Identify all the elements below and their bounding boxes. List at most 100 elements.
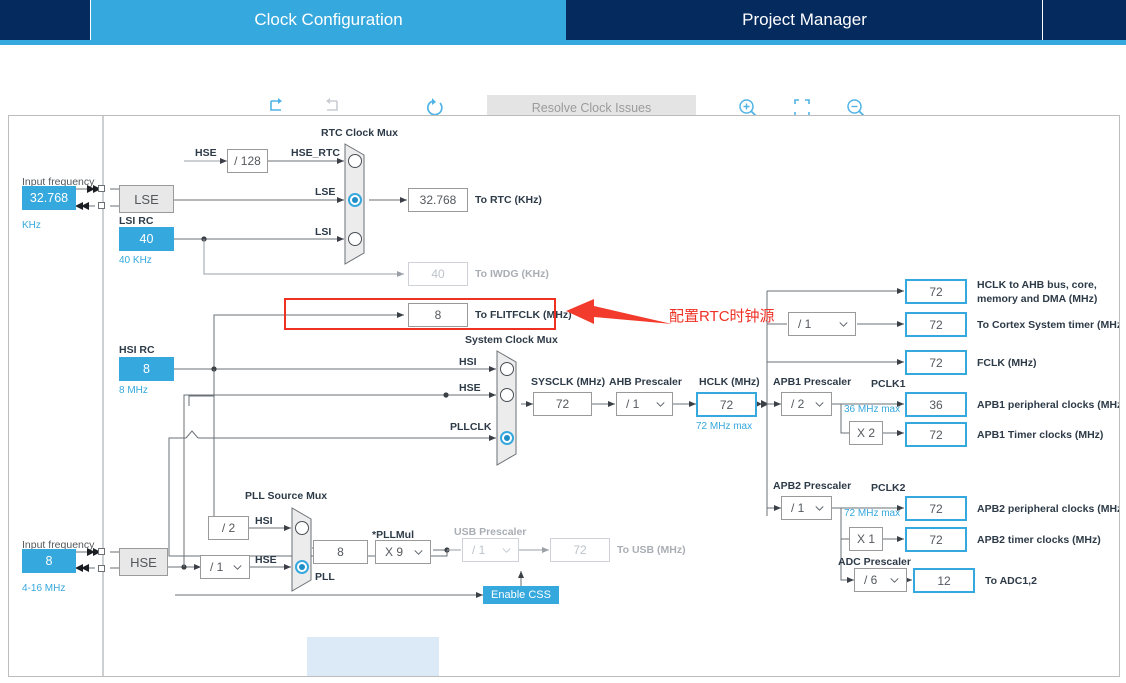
adc-prescaler-value: / 6	[864, 573, 878, 587]
hclk-title: HCLK (MHz)	[699, 376, 760, 388]
sysclk-value: 72	[555, 397, 570, 411]
hclk-max-note: 72 MHz max	[696, 421, 753, 432]
rtc-mux-radio-hse-rtc[interactable]	[348, 154, 362, 168]
annotation-text: 配置RTC时钟源	[669, 308, 775, 325]
apb2-timer-value: 72	[929, 532, 943, 547]
chevron-down-icon	[656, 402, 665, 407]
apb2-peripheral-value-field: 72	[905, 496, 967, 521]
apb1-timer-value: 72	[929, 427, 943, 442]
system-clock-mux-title: System Clock Mux	[465, 334, 558, 346]
apb2-peripheral-value: 72	[929, 501, 943, 516]
adc-value-field: 12	[913, 568, 975, 593]
resolve-clock-issues-label: Resolve Clock Issues	[531, 101, 652, 115]
chevron-down-icon	[414, 550, 423, 555]
hse-input-frequency-value: 8	[45, 554, 53, 568]
pll-mux-radio-hsi[interactable]	[295, 521, 309, 535]
chevron-down-icon	[815, 402, 824, 407]
hse-input-frequency-field[interactable]: 8	[22, 549, 76, 573]
hsi-rc-value-field[interactable]: 8	[119, 357, 174, 381]
fclk-value-field: 72	[905, 350, 967, 375]
apb2-multiplier-box: X 1	[849, 527, 883, 551]
lsi-rc-unit: 40 KHz	[119, 255, 152, 266]
annotation-arrow-icon	[566, 299, 672, 324]
cortex-prescaler-dropdown[interactable]: / 1	[788, 312, 856, 336]
hclk-value-field[interactable]: 72	[696, 392, 757, 417]
rtc-mux-radio-lsi[interactable]	[348, 232, 362, 246]
lse-input-frequency-field[interactable]: 32.768	[22, 186, 76, 210]
sysclk-title: SYSCLK (MHz)	[531, 376, 606, 388]
apb1-max-note: 36 MHz max	[844, 404, 901, 415]
apb1-peripheral-value-field: 36	[905, 392, 967, 417]
tab-project-manager-label: Project Manager	[742, 10, 867, 29]
hse-oscillator-block: HSE	[119, 548, 168, 576]
hse-pin-out	[98, 565, 105, 572]
ahb-prescaler-title: AHB Prescaler	[609, 376, 682, 388]
enable-css-button[interactable]: Enable CSS	[483, 586, 559, 604]
hse-div128-source-label: HSE	[195, 147, 217, 159]
pll-mux-radio-hse[interactable]	[295, 560, 309, 574]
rtc-clock-mux-title: RTC Clock Mux	[321, 127, 399, 139]
to-rtc-value-field[interactable]: 32.768	[408, 188, 468, 212]
sys-mux-radio-hse[interactable]	[500, 388, 514, 402]
adc-prescaler-dropdown[interactable]: / 6	[854, 568, 907, 592]
pll-hsi-div2-value: / 2	[221, 521, 236, 535]
apb2-max-note: 72 MHz max	[844, 508, 901, 519]
rtc-mux-radio-lse[interactable]	[348, 193, 362, 207]
to-usb-value: 72	[573, 543, 587, 557]
apb2-pclk2-label: PCLK2	[871, 482, 906, 494]
apb1-prescaler-title: APB1 Prescaler	[773, 376, 852, 388]
apb1-pclk1-label: PCLK1	[871, 378, 906, 390]
pll-panel-label: PLL	[315, 571, 335, 583]
rtc-highlight-box	[284, 298, 556, 330]
hclk-ahb-bus-value-field: 72	[905, 279, 967, 304]
apb2-prescaler-value: / 1	[791, 501, 805, 515]
chevron-down-icon	[502, 548, 511, 553]
clock-tree-diagram: Input frequency 32.768 KHz LSE LSI RC 40…	[8, 115, 1120, 677]
chevron-down-icon	[233, 565, 242, 570]
adc-label: To ADC1,2	[985, 575, 1037, 587]
cortex-timer-value-field: 72	[905, 312, 967, 337]
tab-bar: Clock Configuration Project Manager	[0, 0, 1126, 40]
hsi-rc-unit: 8 MHz	[119, 385, 148, 396]
fclk-value: 72	[929, 355, 943, 370]
to-iwdg-value: 40	[431, 267, 445, 281]
toolbar: Resolve Clock Issues	[0, 45, 1126, 121]
lse-oscillator-label: LSE	[134, 191, 159, 207]
lse-input-frequency-value: 32.768	[29, 191, 69, 205]
chevron-down-icon	[815, 506, 824, 511]
pll-hse-prescaler-dropdown[interactable]: / 1	[200, 555, 250, 579]
tab-separator-right	[1042, 0, 1043, 40]
lse-pin-out	[98, 202, 105, 209]
fclk-label: FCLK (MHz)	[977, 357, 1037, 369]
tab-clock-configuration-label: Clock Configuration	[254, 10, 403, 29]
apb1-peripheral-label: APB1 peripheral clocks (MHz)	[977, 399, 1120, 411]
apb1-prescaler-dropdown[interactable]: / 2	[781, 392, 832, 416]
pll-hse-prescaler-value: / 1	[210, 560, 224, 574]
pllmul-dropdown[interactable]: X 9	[375, 540, 431, 564]
rtc-mux-input-lsi-label: LSI	[315, 226, 332, 238]
apb1-timer-value-field: 72	[905, 422, 967, 447]
lsi-rc-value-field[interactable]: 40	[119, 227, 174, 251]
sys-mux-input-hse-label: HSE	[459, 382, 481, 394]
to-rtc-label: To RTC (KHz)	[475, 194, 542, 206]
hclk-value: 72	[719, 397, 734, 412]
tab-clock-configuration[interactable]: Clock Configuration	[91, 0, 566, 40]
to-rtc-value: 32.768	[419, 193, 457, 207]
hclk-ahb-bus-label-line2: memory and DMA (MHz)	[977, 293, 1098, 305]
apb2-timer-value-field: 72	[905, 527, 967, 552]
hsi-rc-value: 8	[143, 362, 150, 376]
apb1-prescaler-value: / 2	[791, 397, 805, 411]
to-usb-value-field: 72	[550, 538, 610, 562]
ahb-prescaler-dropdown[interactable]: / 1	[616, 392, 673, 416]
tab-project-manager[interactable]: Project Manager	[567, 0, 1042, 40]
sys-mux-radio-pllclk[interactable]	[500, 431, 514, 445]
to-iwdg-value-field: 40	[408, 262, 468, 286]
sys-mux-radio-hsi[interactable]	[500, 362, 514, 376]
apb2-prescaler-dropdown[interactable]: / 1	[781, 496, 832, 520]
pll-source-mux-title: PLL Source Mux	[245, 490, 328, 502]
lse-input-unit: KHz	[22, 220, 41, 231]
apb2-timer-label: APB2 timer clocks (MHz)	[977, 534, 1101, 546]
apb2-peripheral-label: APB2 peripheral clocks (MHz)	[977, 503, 1120, 515]
apb1-multiplier-box: X 2	[849, 421, 883, 445]
usb-prescaler-dropdown[interactable]: / 1	[462, 538, 519, 562]
